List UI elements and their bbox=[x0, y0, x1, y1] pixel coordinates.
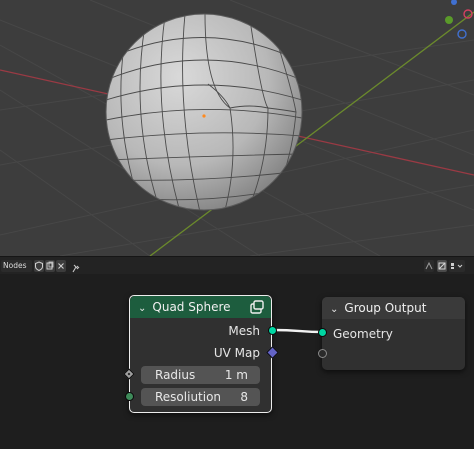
mesh-output-socket[interactable] bbox=[268, 326, 277, 335]
node-title: Group Output bbox=[344, 301, 427, 315]
quad-sphere-node-header[interactable]: ⌄ Quad Sphere bbox=[130, 296, 271, 318]
group-output-node[interactable]: ⌄ Group Output Geometry bbox=[322, 297, 465, 370]
editor-name-field[interactable]: Nodes bbox=[1, 260, 32, 272]
close-icon[interactable] bbox=[56, 260, 66, 272]
radius-field[interactable]: Radius 1 m bbox=[141, 366, 260, 384]
view-icon[interactable] bbox=[449, 260, 465, 272]
radius-label: Radius bbox=[155, 368, 196, 382]
input-label-geometry: Geometry bbox=[333, 327, 393, 341]
group-output-node-header[interactable]: ⌄ Group Output bbox=[322, 297, 465, 319]
resolution-field[interactable]: Resoliution 8 bbox=[141, 388, 260, 406]
3d-viewport[interactable] bbox=[0, 0, 474, 256]
quad-sphere-node[interactable]: ⌄ Quad Sphere Mesh UV Map Radius 1 m Reso… bbox=[129, 295, 272, 413]
chevron-down-icon[interactable]: ⌄ bbox=[138, 298, 146, 320]
resolution-label: Resoliution bbox=[155, 390, 222, 404]
node-editor-header: Nodes bbox=[0, 256, 474, 274]
chevron-down-icon[interactable]: ⌄ bbox=[330, 299, 338, 321]
pin-icon[interactable] bbox=[71, 260, 81, 273]
node-editor-canvas[interactable]: ⌄ Quad Sphere Mesh UV Map Radius 1 m Reso… bbox=[0, 274, 474, 449]
sphere-mesh[interactable] bbox=[105, 13, 303, 212]
toggle-icon[interactable] bbox=[437, 260, 447, 272]
radius-value: 1 m bbox=[224, 368, 248, 382]
shield-icon[interactable] bbox=[34, 260, 44, 272]
clipboard-icon[interactable] bbox=[249, 299, 265, 315]
empty-input-socket[interactable] bbox=[318, 349, 327, 358]
overlay-icon[interactable] bbox=[424, 260, 434, 272]
copy-icon[interactable] bbox=[45, 260, 55, 272]
node-title: Quad Sphere bbox=[152, 300, 231, 314]
origin-dot bbox=[202, 114, 206, 118]
output-label-uv-map: UV Map bbox=[213, 346, 260, 360]
resolution-input-socket[interactable] bbox=[125, 392, 134, 401]
output-label-mesh: Mesh bbox=[228, 324, 260, 338]
editor-name-label: Nodes bbox=[3, 261, 27, 270]
geometry-input-socket[interactable] bbox=[318, 328, 327, 337]
resolution-value: 8 bbox=[240, 390, 248, 404]
